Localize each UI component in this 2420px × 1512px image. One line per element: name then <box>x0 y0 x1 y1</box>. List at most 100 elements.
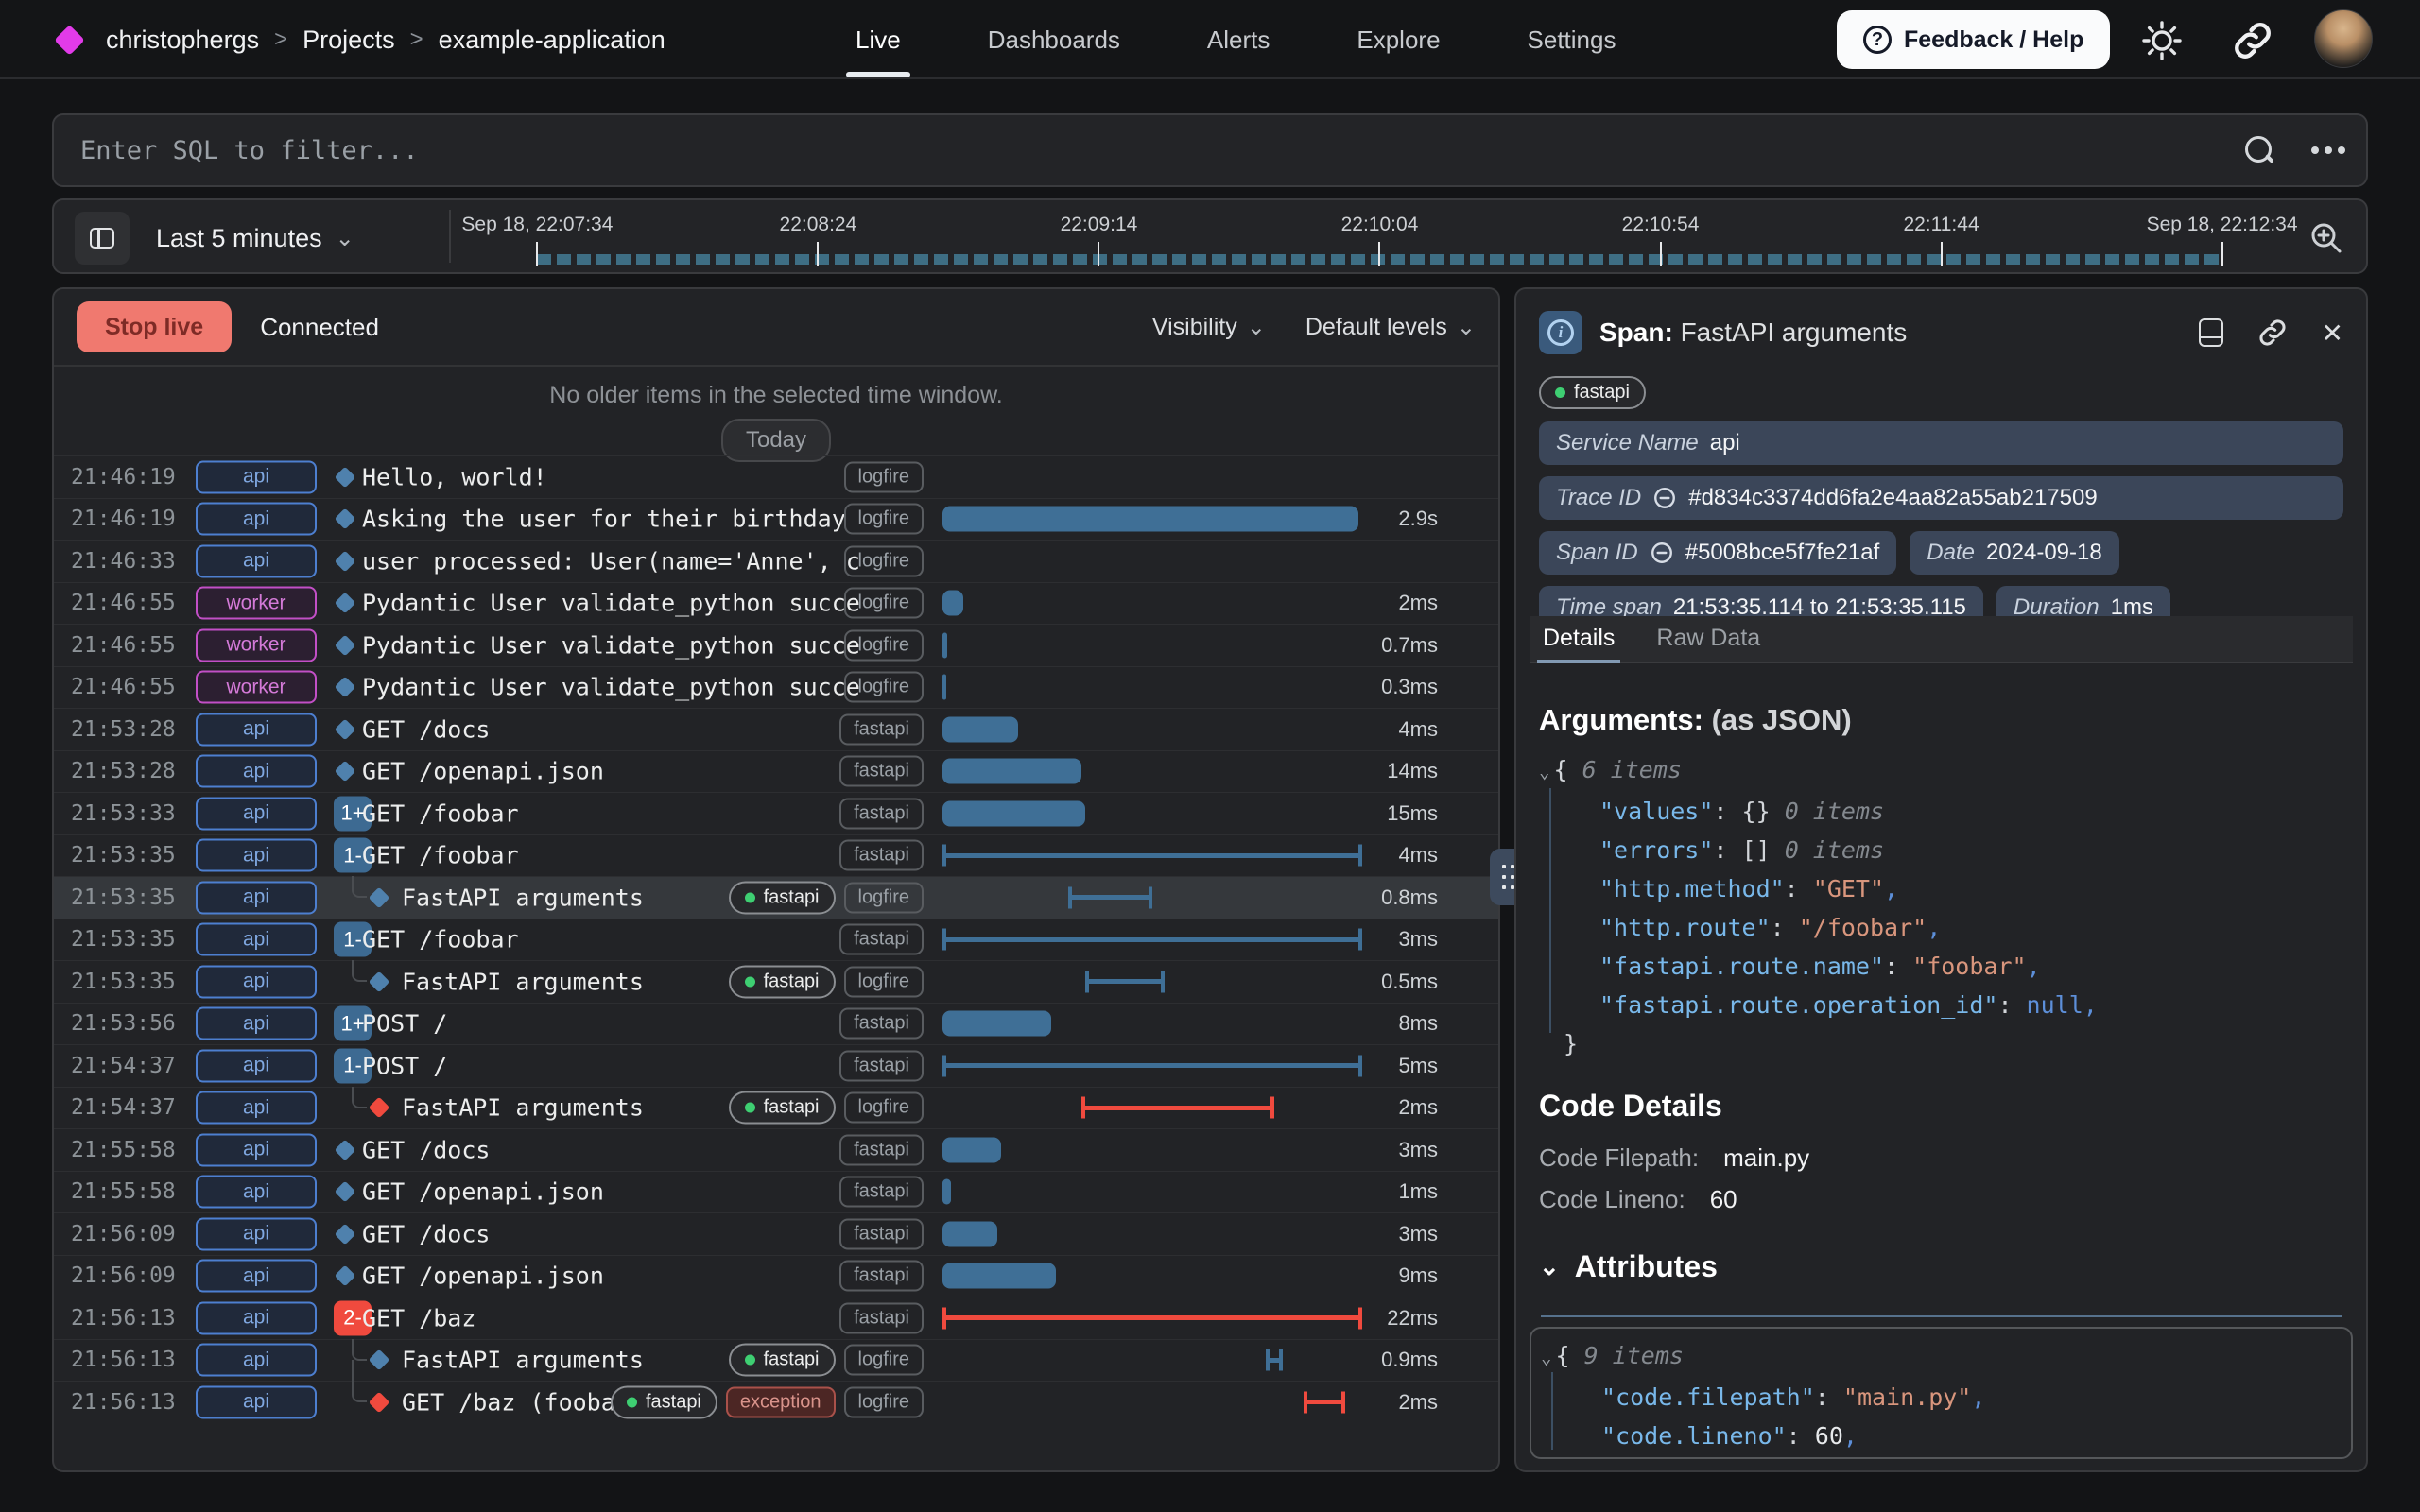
attributes-toggle[interactable]: ⌄ Attributes <box>1539 1249 1718 1284</box>
trace-row[interactable]: 21:56:13api2-GET /bazfastapi22ms <box>54 1297 1498 1339</box>
duration-bar <box>942 1011 1051 1037</box>
service-tag-api[interactable]: api <box>196 1049 317 1082</box>
logfire-logo-icon[interactable] <box>54 25 85 56</box>
service-tag-api[interactable]: api <box>196 965 317 998</box>
trace-row[interactable]: 21:53:28apiGET /openapi.jsonfastapi14ms <box>54 750 1498 793</box>
service-tag-api[interactable]: api <box>196 839 317 872</box>
row-tags: fastapi <box>839 756 924 787</box>
span-meta-chips: Service Name api Trace ID #d834c3374dd6f… <box>1539 421 2343 629</box>
user-avatar[interactable] <box>2314 9 2373 68</box>
dock-panel-button[interactable] <box>2199 318 2223 347</box>
service-tag-api[interactable]: api <box>196 1301 317 1334</box>
share-link-button[interactable] <box>2229 17 2276 64</box>
timeline-zoom-button[interactable] <box>2308 219 2345 257</box>
copy-link-button[interactable] <box>2256 316 2290 350</box>
breadcrumb-projects[interactable]: Projects <box>302 26 395 55</box>
visibility-dropdown[interactable]: Visibility ⌄ <box>1152 314 1266 341</box>
trace-row[interactable]: 21:56:09apiGET /docsfastapi3ms <box>54 1212 1498 1255</box>
detail-tab-raw-data[interactable]: Raw Data <box>1656 625 1760 662</box>
span-bar-line <box>942 937 1362 942</box>
service-tag-api[interactable]: api <box>196 713 317 746</box>
scope-tag: fastapi <box>839 1261 924 1292</box>
service-tag-api[interactable]: api <box>196 1133 317 1166</box>
service-tag-api[interactable]: api <box>196 797 317 830</box>
trace-row[interactable]: 21:46:55workerPydantic User validate_pyt… <box>54 624 1498 666</box>
detail-tab-details[interactable]: Details <box>1543 625 1615 662</box>
trace-row[interactable]: 21:53:56api1+POST /fastapi8ms <box>54 1003 1498 1045</box>
sql-filter-input[interactable] <box>80 136 2245 165</box>
theme-toggle-button[interactable] <box>2138 17 2186 64</box>
trace-row[interactable]: 21:56:13apiGET /baz (foobar)fastapiexcep… <box>54 1381 1498 1423</box>
trace-row[interactable]: 21:56:13apiFastAPI argumentsfastapilogfi… <box>54 1339 1498 1382</box>
trace-row[interactable]: 21:53:33api1+GET /foobarfastapi15ms <box>54 792 1498 834</box>
duration-bar-track <box>942 1172 1362 1213</box>
service-tag-api[interactable]: api <box>196 1260 317 1293</box>
span-id-chip[interactable]: Span ID #5008bce5f7fe21af <box>1539 531 1896 575</box>
service-tag-api[interactable]: api <box>196 1091 317 1125</box>
stop-live-button[interactable]: Stop live <box>77 301 232 352</box>
sidebar-toggle-button[interactable] <box>75 212 130 265</box>
default-levels-dropdown[interactable]: Default levels ⌄ <box>1305 314 1476 341</box>
service-tag-api[interactable]: api <box>196 1385 317 1418</box>
service-tag-api[interactable]: api <box>196 544 317 577</box>
trace-row[interactable]: 21:46:33apiuser processed: User(name='An… <box>54 540 1498 582</box>
service-tag-api[interactable]: api <box>196 1344 317 1377</box>
trace-row[interactable]: 21:53:28apiGET /docsfastapi4ms <box>54 708 1498 750</box>
more-options-icon[interactable] <box>2311 146 2319 154</box>
service-tag-api[interactable]: api <box>196 1217 317 1250</box>
service-tag-api[interactable]: api <box>196 923 317 956</box>
tab-alerts[interactable]: Alerts <box>1207 0 1270 79</box>
span-bar-cap <box>942 1055 946 1076</box>
span-diamond-icon <box>369 1349 390 1371</box>
search-icon[interactable] <box>2245 136 2273 164</box>
timeline[interactable]: Sep 18, 22:07:3422:08:2422:09:1422:10:04… <box>470 200 2294 276</box>
service-tag-api[interactable]: api <box>196 881 317 914</box>
duration-bar-track <box>942 667 1362 709</box>
row-timestamp: 21:53:35 <box>71 970 176 994</box>
trace-id-chip[interactable]: Trace ID #d834c3374dd6fa2e4aa82a55ab2175… <box>1539 476 2343 520</box>
tree-connector <box>352 960 367 982</box>
scope-tag: fastapi <box>839 1177 924 1208</box>
service-tag-api[interactable]: api <box>196 460 317 493</box>
service-tag-api[interactable]: api <box>196 1007 317 1040</box>
trace-row[interactable]: 21:46:55workerPydantic User validate_pyt… <box>54 582 1498 625</box>
service-tag-worker[interactable]: worker <box>196 671 317 704</box>
json-token-p: { <box>1555 1342 1569 1369</box>
trace-row[interactable]: 21:46:55workerPydantic User validate_pyt… <box>54 666 1498 709</box>
span-bar-line <box>1081 1106 1274 1110</box>
trace-row[interactable]: 21:46:19apiAsking the user for their bir… <box>54 498 1498 541</box>
feedback-help-button[interactable]: ? Feedback / Help <box>1837 10 2110 69</box>
chevron-down-icon[interactable]: ⌄ <box>1539 762 1549 782</box>
service-tag-api[interactable]: api <box>196 503 317 536</box>
trace-row[interactable]: 21:53:35api1-GET /foobarfastapi3ms <box>54 919 1498 961</box>
breadcrumb-project[interactable]: example-application <box>439 26 666 55</box>
link-icon <box>1650 541 1674 565</box>
trace-row[interactable]: 21:56:09apiGET /openapi.jsonfastapi9ms <box>54 1255 1498 1297</box>
trace-row[interactable]: 21:55:58apiGET /docsfastapi3ms <box>54 1128 1498 1171</box>
trace-row[interactable]: 21:55:58apiGET /openapi.jsonfastapi1ms <box>54 1171 1498 1213</box>
breadcrumb-org[interactable]: christophergs <box>106 26 259 55</box>
service-tag-worker[interactable]: worker <box>196 628 317 662</box>
arguments-json-tree[interactable]: ⌄{ 6 items"values": {} 0 items"errors": … <box>1539 750 2343 1063</box>
trace-row[interactable]: 21:53:35api1-GET /foobarfastapi4ms <box>54 834 1498 877</box>
attributes-json-tree[interactable]: ⌄{ 9 items"code.filepath": "main.py","co… <box>1541 1336 2342 1455</box>
scope-tag: logfire <box>844 545 924 576</box>
trace-row[interactable]: 21:53:35apiFastAPI argumentsfastapilogfi… <box>54 960 1498 1003</box>
service-tag-worker[interactable]: worker <box>196 587 317 620</box>
time-range-selector[interactable]: Last 5 minutes ⌄ <box>156 200 354 276</box>
trace-row[interactable]: 21:53:35apiFastAPI argumentsfastapilogfi… <box>54 876 1498 919</box>
tab-settings[interactable]: Settings <box>1528 0 1616 79</box>
trace-row[interactable]: 21:46:19apiHello, world!logfire <box>54 455 1498 498</box>
link-icon <box>2256 316 2290 350</box>
close-panel-button[interactable]: ✕ <box>2322 318 2343 349</box>
service-tag-api[interactable]: api <box>196 1176 317 1209</box>
tab-live[interactable]: Live <box>856 0 901 79</box>
service-tag-api[interactable]: api <box>196 755 317 788</box>
span-bar-line <box>942 853 1362 858</box>
duration-bar-track <box>942 919 1362 961</box>
trace-row[interactable]: 21:54:37apiFastAPI argumentsfastapilogfi… <box>54 1087 1498 1129</box>
tab-explore[interactable]: Explore <box>1357 0 1440 79</box>
trace-row[interactable]: 21:54:37api1-POST /fastapi5ms <box>54 1044 1498 1087</box>
chevron-down-icon[interactable]: ⌄ <box>1541 1348 1551 1368</box>
tab-dashboards[interactable]: Dashboards <box>988 0 1120 79</box>
